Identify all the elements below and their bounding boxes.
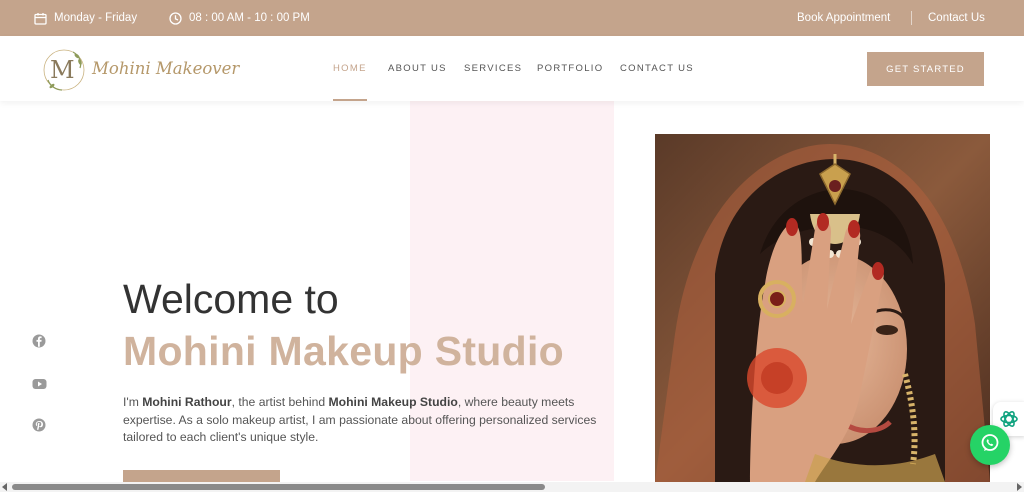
business-hours-text: 08 : 00 AM - 10 : 00 PM [189, 12, 310, 24]
nav-about-us[interactable]: ABOUT US [388, 36, 447, 101]
business-hours: 08 : 00 AM - 10 : 00 PM [169, 0, 310, 36]
nav-contact-us-label: CONTACT US [620, 63, 694, 74]
topbar-contact-link[interactable]: Contact Us [928, 0, 985, 36]
whatsapp-icon [979, 432, 1001, 459]
nav-contact-us[interactable]: CONTACT US [620, 36, 694, 101]
nav-services-label: SERVICES [464, 63, 523, 74]
pinterest-icon[interactable] [32, 418, 46, 437]
clock-icon [169, 11, 182, 25]
scrollbar-thumb[interactable] [12, 484, 545, 490]
business-days-text: Monday - Friday [54, 12, 138, 24]
logo-monogram: M [50, 56, 75, 84]
intro-mid: , the artist behind [231, 395, 329, 409]
whatsapp-chat-button[interactable] [970, 425, 1010, 465]
topbar-divider [911, 11, 912, 25]
scroll-left-arrow-icon[interactable] [2, 483, 7, 491]
facebook-icon[interactable] [32, 334, 46, 353]
brand-logo[interactable]: M Mohini Makeover [40, 44, 239, 94]
horizontal-scrollbar[interactable] [0, 482, 1024, 492]
nav-services[interactable]: SERVICES [464, 36, 522, 101]
nav-home-label: HOME [333, 63, 367, 74]
hero-intro-paragraph: I'm Mohini Rathour, the artist behind Mo… [123, 394, 628, 447]
calendar-icon [34, 12, 47, 25]
scroll-right-arrow-icon[interactable] [1017, 483, 1022, 491]
youtube-icon[interactable] [32, 377, 47, 395]
book-appointment-link[interactable]: Book Appointment [797, 0, 890, 36]
hero-heading-line2: Mohini Makeup Studio [123, 328, 565, 374]
main-navbar: M Mohini Makeover HOME ABOUT US SERVICES… [0, 36, 1024, 101]
business-days: Monday - Friday [34, 0, 137, 36]
nav-about-us-label: ABOUT US [388, 63, 447, 74]
get-started-button[interactable]: GET STARTED [867, 52, 984, 86]
studio-name: Mohini Makeup Studio [328, 395, 458, 409]
nav-portfolio[interactable]: PORTFOLIO [537, 36, 603, 101]
nav-active-indicator [333, 99, 367, 101]
hero-heading-line1: Welcome to [123, 276, 339, 322]
hero-bridal-photo [655, 134, 990, 482]
top-bar: Monday - Friday 08 : 00 AM - 10 : 00 PM … [0, 0, 1024, 36]
artist-name: Mohini Rathour [142, 395, 232, 409]
nav-home[interactable]: HOME [333, 36, 367, 101]
nav-portfolio-label: PORTFOLIO [537, 63, 604, 74]
logo-wordmark: Mohini Makeover [92, 59, 240, 78]
intro-prefix: I'm [123, 395, 143, 409]
